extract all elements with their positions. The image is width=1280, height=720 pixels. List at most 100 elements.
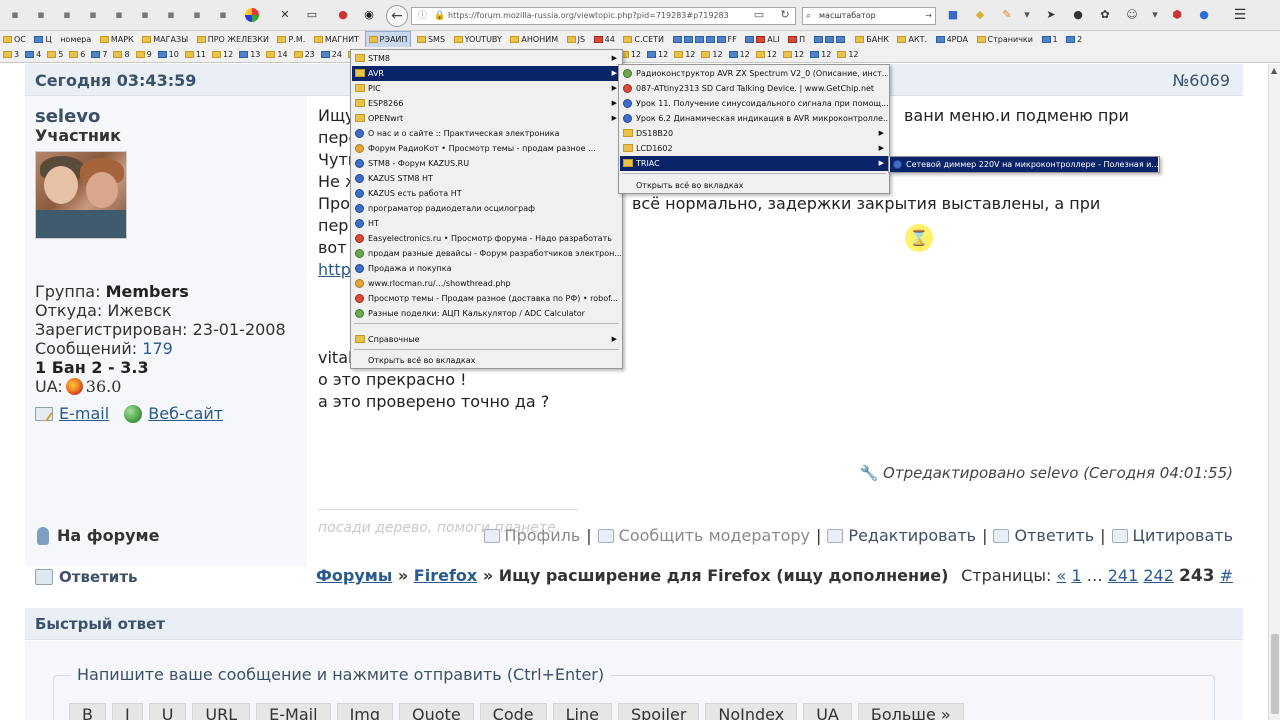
bookmark-item[interactable]: П (785, 32, 808, 47)
bbcode-button[interactable]: B (69, 703, 106, 720)
bbcode-button[interactable]: UA (803, 703, 852, 720)
menu-bookmark[interactable]: STM8 - Форум KAZUS.RU (352, 156, 621, 171)
url-bar[interactable]: ⓘ 🔒 https://forum.mozilla-russia.org/vie… (411, 7, 796, 25)
menu-folder-esp8266[interactable]: ESP8266 ▶ (352, 96, 621, 111)
menu-icon[interactable]: ☰ (1233, 8, 1247, 22)
bookmark-item[interactable]: 13 (236, 47, 263, 62)
bookmark-folder[interactable]: ПРО ЖЕЛЕЗКИ (194, 32, 272, 47)
menu-bookmark[interactable]: Урок 11. Получение синусоидального сигна… (620, 96, 888, 111)
menu-folder-avr[interactable]: AVR ▶ (352, 66, 621, 81)
info-icon[interactable]: ⓘ (418, 8, 427, 24)
bbcode-button[interactable]: Больше » (857, 703, 964, 720)
bookmark-item[interactable]: номера (57, 32, 94, 47)
bookmark-item[interactable]: ALI (742, 32, 782, 47)
email-link[interactable]: E-mail (59, 404, 109, 423)
bookmark-item[interactable]: 4 (22, 47, 44, 62)
message-link[interactable]: http (318, 260, 351, 279)
bookmark-item[interactable]: 12 (726, 47, 753, 62)
menu-bookmark[interactable]: Easyelectronics.ru • Просмотр форума - Н… (352, 231, 621, 246)
pencil-icon[interactable]: ✎ (1000, 8, 1014, 22)
bookmark-folder[interactable]: JS (564, 32, 588, 47)
menu-bookmark[interactable]: KAZUS есть работа НТ (352, 186, 621, 201)
menu-bookmark[interactable]: продам разные девайсы - Форум разработчи… (352, 246, 621, 261)
bookmark-item[interactable]: 6 (66, 47, 88, 62)
bookmark-folder[interactable]: YOUTUBY (451, 32, 505, 47)
menu-folder-lcd1602[interactable]: LCD1602 ▶ (620, 141, 888, 156)
bbcode-button[interactable]: Code (479, 703, 547, 720)
bookmark-folder[interactable]: БАНК (852, 32, 892, 47)
bookmark-item[interactable]: 14 (263, 47, 290, 62)
menu-folder-pic[interactable]: PIC ▶ (352, 81, 621, 96)
toolbar-icon[interactable]: ▪ (86, 8, 100, 22)
reply-button[interactable]: Ответить (993, 526, 1094, 545)
breadcrumb-firefox[interactable]: Firefox (414, 566, 477, 585)
toolbar-icon[interactable]: ▪ (60, 8, 74, 22)
bookmark-item[interactable]: 11 (182, 47, 209, 62)
menu-folder-triac[interactable]: TRIAC ▶ (620, 156, 888, 171)
bookmark-item[interactable]: 12 (780, 47, 807, 62)
bbcode-button[interactable]: U (148, 703, 187, 720)
page-prev[interactable]: « (1056, 566, 1066, 585)
chevron-down-icon[interactable]: ▾ (1148, 8, 1162, 22)
bookmark-folder[interactable]: С.СЕТИ (620, 32, 667, 47)
smiley-icon[interactable]: ☺ (1125, 8, 1139, 22)
send-icon[interactable]: ➤ (1044, 8, 1058, 22)
bookmark-folder[interactable]: МАРК (97, 32, 137, 47)
screenshot-icon[interactable]: ▭ (305, 8, 319, 22)
page-anchor[interactable]: # (1220, 566, 1233, 585)
menu-bookmark-dimmer[interactable]: Сетевой диммер 220V на микроконтроллере … (890, 157, 1158, 172)
menu-bookmark[interactable]: Разные поделки: АЦП Калькулятор / ADC Ca… (352, 306, 621, 321)
menu-bookmark[interactable]: KAZUS STM8 НТ (352, 171, 621, 186)
reply-topic-button[interactable]: Ответить (35, 568, 138, 586)
edit-button[interactable]: Редактировать (827, 526, 976, 545)
bookmark-item[interactable]: 12 (807, 47, 834, 62)
menu-bookmark[interactable]: Форум РадиоКот • Просмотр темы - продам … (352, 141, 621, 156)
bookmark-item[interactable]: 2 (1063, 32, 1085, 47)
bookmark-item[interactable]: 3 (0, 47, 22, 62)
toolbar-icon[interactable]: ▪ (8, 8, 22, 22)
breadcrumb-forums[interactable]: Форумы (316, 566, 392, 585)
color-picker-icon[interactable] (245, 8, 259, 22)
bookmark-item[interactable] (811, 32, 850, 47)
toolbar-icon[interactable]: ▪ (138, 8, 152, 22)
menu-bookmark[interactable]: НТ (352, 216, 621, 231)
bbcode-button[interactable]: NoIndex (705, 703, 798, 720)
bookmark-item[interactable]: 12 (644, 47, 671, 62)
website-link[interactable]: Веб-сайт (148, 404, 223, 423)
menu-folder-openwrt[interactable]: OPENwrt ▶ (352, 111, 621, 126)
tools-icon[interactable]: ✕ (278, 8, 292, 22)
messages-count-link[interactable]: 179 (142, 339, 173, 358)
bookmark-folder-active[interactable]: РЭАИП (364, 31, 412, 47)
bookmark-folder[interactable]: МАГАЗЫ (139, 32, 191, 47)
adblock-icon[interactable]: ⬢ (1170, 8, 1184, 22)
bookmark-item[interactable]: 1 (1039, 32, 1061, 47)
bookmark-item[interactable]: 7 (88, 47, 110, 62)
bookmark-item[interactable]: 12 (671, 47, 698, 62)
menu-bookmark[interactable]: 087-ATtiny2313 SD Card Talking Device. |… (620, 81, 888, 96)
toolbar-icon[interactable]: ▪ (112, 8, 126, 22)
bookmark-item[interactable]: 8 (110, 47, 132, 62)
bookmark-item[interactable]: 12 (753, 47, 780, 62)
bookmark-item[interactable]: 10 (155, 47, 182, 62)
chevron-down-icon[interactable]: ▾ (1020, 8, 1034, 22)
search-go-icon[interactable]: → (925, 8, 932, 24)
chat-icon[interactable]: ● (1071, 8, 1085, 22)
page-link[interactable]: 242 (1143, 566, 1174, 585)
menu-folder-stm8[interactable]: STM8 ▶ (352, 51, 621, 66)
bbcode-button[interactable]: E-Mail (256, 703, 331, 720)
bookmark-item[interactable]: 24 (318, 47, 345, 62)
toolbar-icon[interactable]: ▪ (164, 8, 178, 22)
profile-button[interactable]: Профиль (483, 526, 580, 545)
menu-bookmark[interactable]: Просмотр темы - Продам разное (доставка … (352, 291, 621, 306)
addon-icon[interactable]: ● (1197, 8, 1211, 22)
bbcode-button[interactable]: URL (192, 703, 251, 720)
addon-icon[interactable]: ◉ (362, 8, 376, 22)
page-link[interactable]: 241 (1108, 566, 1139, 585)
quote-button[interactable]: Цитировать (1111, 526, 1233, 545)
bookmark-folder[interactable]: МАГНИТ (311, 32, 362, 47)
bbcode-button[interactable]: I (111, 703, 143, 720)
bbcode-button[interactable]: Spoiler (617, 703, 700, 720)
toolbar-icon[interactable]: ▪ (216, 8, 230, 22)
addon-icon[interactable]: ● (336, 8, 350, 22)
bookmark-folder[interactable]: SMS (414, 32, 448, 47)
